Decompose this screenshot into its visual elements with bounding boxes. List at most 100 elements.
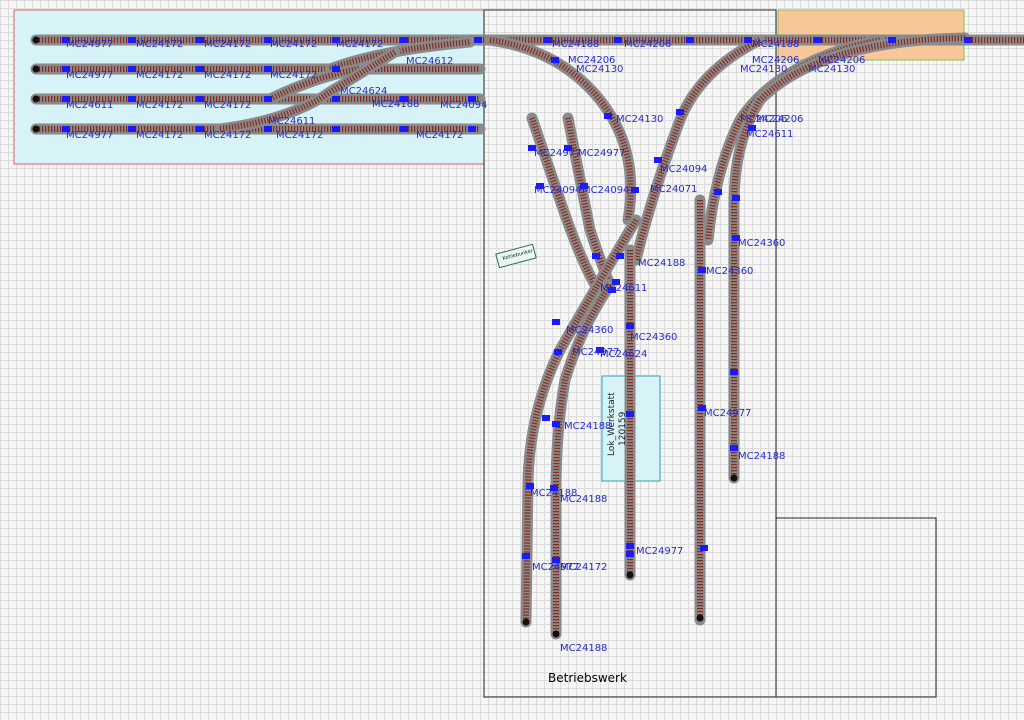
rail-joint[interactable]: [552, 421, 560, 427]
track-part-label: MC24188: [752, 39, 799, 50]
rail-joint[interactable]: [332, 66, 340, 72]
rail-joint[interactable]: [631, 187, 639, 193]
rail-joint[interactable]: [814, 37, 822, 43]
rail-joint[interactable]: [604, 113, 612, 119]
buffer-stop[interactable]: [32, 65, 40, 73]
track-part-label: MC24172: [560, 562, 607, 573]
rail-joint[interactable]: [744, 37, 752, 43]
track-part-label: MC24172: [204, 100, 251, 111]
rail-joint[interactable]: [474, 37, 482, 43]
rail-joint[interactable]: [730, 369, 738, 375]
rail-joint[interactable]: [698, 267, 706, 273]
rail-joint[interactable]: [400, 37, 408, 43]
rail-joint[interactable]: [551, 57, 559, 63]
rail-joint[interactable]: [592, 253, 600, 259]
rail-joint[interactable]: [400, 126, 408, 132]
track-part-label: MC24172: [204, 39, 251, 50]
buffer-stop[interactable]: [552, 630, 560, 638]
track-part-label: MC24172: [270, 70, 317, 81]
rail-joint[interactable]: [332, 126, 340, 132]
rail-joint[interactable]: [676, 109, 684, 115]
track-part-label: MC24611: [268, 116, 315, 127]
rail-joint[interactable]: [196, 96, 204, 102]
track-part-label: MC24977: [578, 148, 625, 159]
track-part-label: MC24188: [738, 451, 785, 462]
track-part-label: MC24094: [534, 185, 581, 196]
workshop-name: Lok_Werkstatt: [607, 392, 617, 456]
buffer-stop[interactable]: [696, 614, 704, 622]
track-part-label: MC24360: [706, 266, 753, 277]
track-part-label: MC24977: [636, 546, 683, 557]
track-part-label: MC24172: [276, 130, 323, 141]
track-part-label: MC24172: [136, 70, 183, 81]
betriebswerk-label: Betriebswerk: [548, 671, 627, 685]
rail-joint[interactable]: [686, 37, 694, 43]
rail-joint[interactable]: [332, 96, 340, 102]
rail-joint[interactable]: [554, 349, 562, 355]
track-part-label: MC24130: [808, 64, 855, 75]
buffer-stop[interactable]: [730, 474, 738, 482]
rail-joint[interactable]: [616, 253, 624, 259]
lower-right-area[interactable]: [775, 517, 937, 698]
track-part-label: MC24094: [660, 164, 707, 175]
tracks-layer: [30, 32, 1024, 640]
rail-joint[interactable]: [128, 37, 136, 43]
track-part-label: MC24360: [738, 238, 785, 249]
track-part-label: MC24624: [340, 86, 387, 97]
track-part-label: MC24172: [136, 100, 183, 111]
rail-joint[interactable]: [732, 195, 740, 201]
rail-joint[interactable]: [626, 323, 634, 329]
rail-joint[interactable]: [730, 445, 738, 451]
track-part-label: MC24130: [576, 64, 623, 75]
rail-joint[interactable]: [522, 553, 530, 559]
track-part-label: MC24172: [204, 70, 251, 81]
track-plan-canvas[interactable]: MC24977 MC24172 MC24172 MC24172 MC24172 MC241…: [0, 0, 1024, 720]
rail-joint[interactable]: [626, 543, 634, 549]
track-part-label: MC24977: [534, 148, 581, 159]
rail-joint[interactable]: [700, 545, 708, 551]
rail-joint[interactable]: [888, 37, 896, 43]
buffer-stop[interactable]: [522, 618, 530, 626]
track-part-label: MC24977: [66, 130, 113, 141]
track-part-label: MC24360: [630, 332, 677, 343]
track-part-label: MC24188: [560, 643, 607, 654]
rail-joint[interactable]: [128, 66, 136, 72]
track-part-label: MC24188: [372, 99, 419, 110]
rail-joint[interactable]: [614, 37, 622, 43]
buffer-stop[interactable]: [32, 125, 40, 133]
rail-joint[interactable]: [128, 126, 136, 132]
track-part-label: MC24624: [600, 349, 647, 360]
rail-joint[interactable]: [626, 551, 634, 557]
track-segment[interactable]: [562, 112, 616, 291]
track-part-label: MC24172: [136, 130, 183, 141]
track-part-label: MC24130: [740, 64, 787, 75]
rail-joint[interactable]: [542, 415, 550, 421]
rail-joint[interactable]: [544, 37, 552, 43]
track-part-label: MC24172: [336, 39, 383, 50]
track-part-label: MC24977: [704, 408, 751, 419]
rail-joint[interactable]: [196, 37, 204, 43]
workshop-number: 120159: [618, 411, 628, 446]
rail-joint[interactable]: [714, 189, 722, 195]
track-part-label: MC24130: [616, 114, 663, 125]
rail-joint[interactable]: [964, 37, 972, 43]
rail-joint[interactable]: [196, 126, 204, 132]
rail-joint[interactable]: [128, 96, 136, 102]
rail-joint[interactable]: [468, 126, 476, 132]
track-part-label: MC24611: [600, 283, 647, 294]
track-part-label: MC24188: [638, 258, 685, 269]
track-part-label: MC24611: [66, 100, 113, 111]
buffer-stop[interactable]: [626, 571, 634, 579]
rail-joint[interactable]: [196, 66, 204, 72]
track-part-label: MC24071: [650, 184, 697, 195]
buffer-stop[interactable]: [32, 95, 40, 103]
rail-joint[interactable]: [654, 157, 662, 163]
track-part-label: MC24206: [756, 114, 803, 125]
track-bed: [562, 112, 616, 291]
track-part-label: MC24612: [406, 56, 453, 67]
track-part-label: MC24172: [204, 130, 251, 141]
rail-joint[interactable]: [264, 96, 272, 102]
buffer-stop[interactable]: [32, 36, 40, 44]
rail-joint[interactable]: [552, 319, 560, 325]
track-part-label: MC24206: [624, 39, 671, 50]
